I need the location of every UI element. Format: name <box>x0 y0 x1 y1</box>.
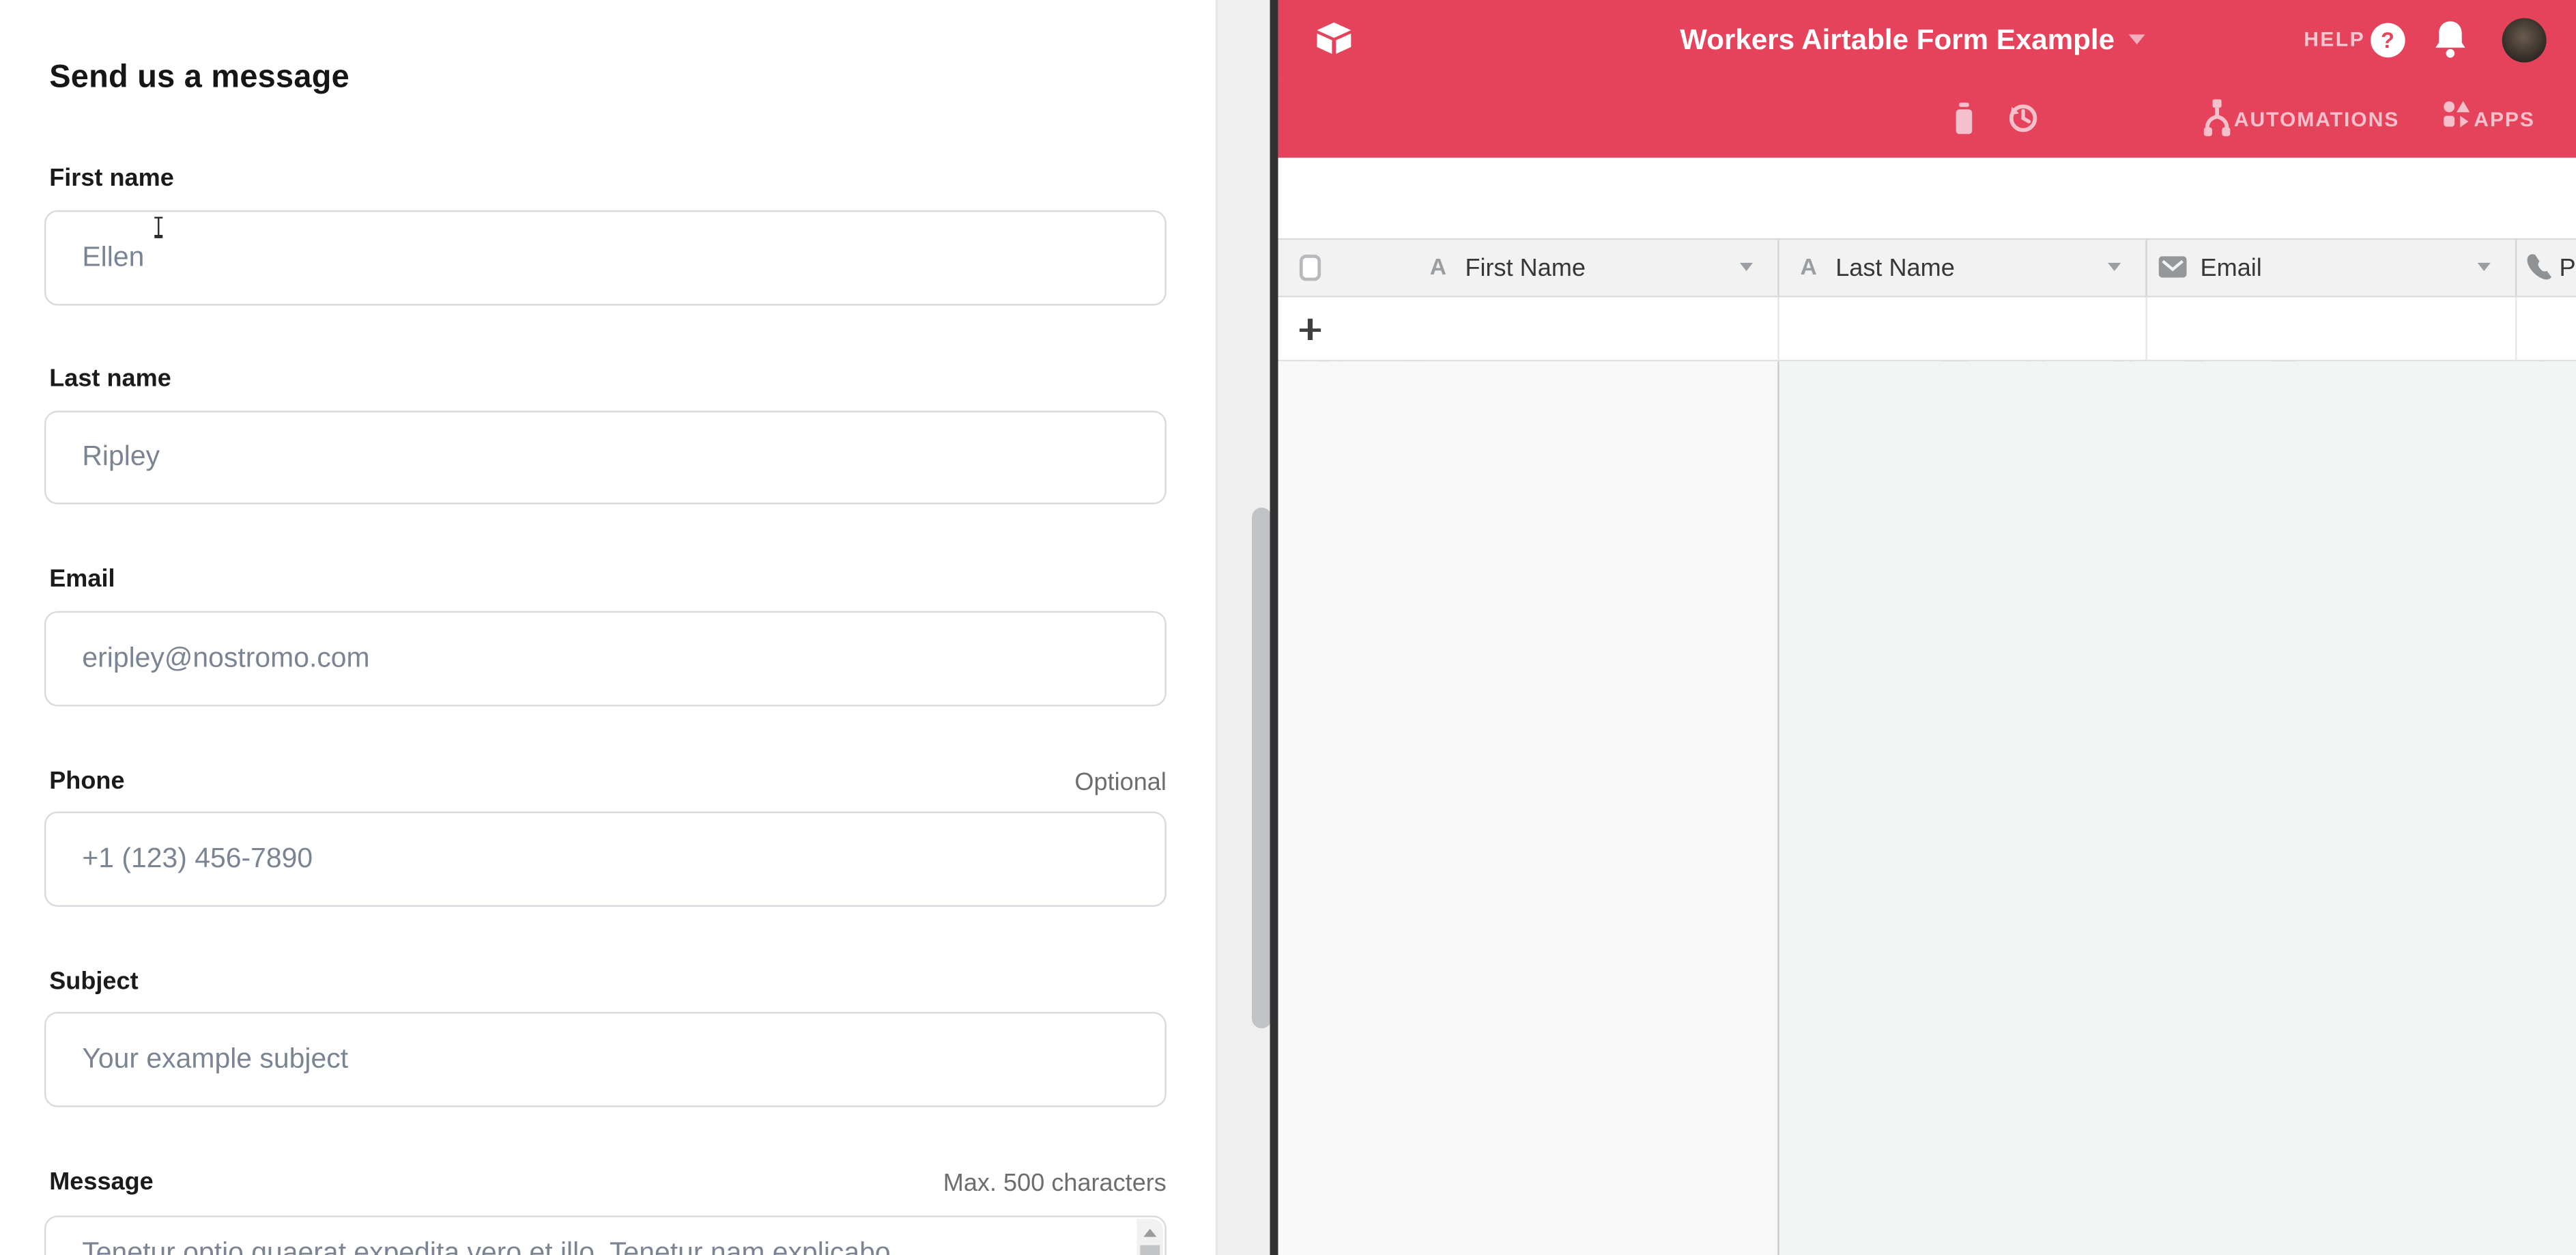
column-chevron-icon[interactable] <box>1739 263 1752 271</box>
airtable-table-bar: Form Submissions SHARE <box>1278 79 2576 157</box>
column-header-phone[interactable]: Phone <box>2559 254 2576 282</box>
apps-icon[interactable] <box>2444 100 2472 135</box>
phone-optional-note: Optional <box>1074 768 1166 796</box>
form-heading: Send us a message <box>49 59 349 97</box>
subject-label: Subject <box>49 968 138 996</box>
airtable-logo-icon[interactable] <box>1315 18 1354 61</box>
automations-button[interactable]: AUTOMATIONS <box>2234 108 2399 131</box>
trash-icon[interactable] <box>1952 102 1977 135</box>
base-title-menu[interactable]: Workers Airtable Form Example <box>1680 0 2145 79</box>
notifications-bell-icon[interactable] <box>2433 20 2467 59</box>
column-header-email[interactable]: Email <box>2201 254 2262 282</box>
first-name-label: First name <box>49 165 174 193</box>
column-chevron-icon[interactable] <box>2108 263 2121 271</box>
text-cursor-icon <box>153 216 164 237</box>
view-toolbar: Grid view <box>1278 158 2576 238</box>
base-title: Workers Airtable Form Example <box>1680 22 2115 57</box>
subject-input[interactable] <box>44 1012 1167 1106</box>
user-avatar[interactable] <box>2502 17 2547 61</box>
page-scrollbar-track[interactable] <box>1215 0 1270 1255</box>
add-record-row[interactable] <box>1278 297 2576 361</box>
text-field-type-icon: A <box>1430 253 1446 279</box>
phone-field-type-icon <box>2525 253 2553 282</box>
last-name-label: Last name <box>49 365 171 393</box>
grid-primary-column-divider <box>1778 361 1779 1255</box>
contact-form-pane: Send us a message First name Last name E… <box>0 0 1215 1255</box>
email-label: Email <box>49 565 115 593</box>
add-record-plus-icon[interactable] <box>1299 319 1320 340</box>
chevron-down-icon <box>2130 35 2146 44</box>
text-field-type-icon: A <box>1800 253 1816 279</box>
message-max-note: Max. 500 characters <box>943 1170 1167 1198</box>
help-menu[interactable]: HELP <box>2304 28 2365 51</box>
last-name-input[interactable] <box>44 410 1167 504</box>
grid-empty-area-left <box>1278 361 1778 1255</box>
grid-empty-area-right <box>1780 361 2576 1255</box>
airtable-window: Workers Airtable Form Example HELP ? For… <box>1278 0 2576 1255</box>
automations-icon[interactable] <box>2203 98 2231 138</box>
column-divider[interactable] <box>2146 240 2147 296</box>
grid-column-headers: A First Name A Last Name Email <box>1278 238 2576 298</box>
column-divider <box>2146 297 2147 361</box>
column-header-first-name[interactable]: First Name <box>1465 254 1586 282</box>
column-divider[interactable] <box>1778 240 1779 296</box>
page-scrollbar-thumb[interactable] <box>1251 507 1271 1028</box>
column-divider <box>2516 297 2517 361</box>
message-label: Message <box>49 1168 154 1196</box>
column-divider[interactable] <box>2516 240 2517 296</box>
airtable-topbar: Workers Airtable Form Example HELP ? <box>1278 0 2576 79</box>
column-chevron-icon[interactable] <box>2477 263 2490 271</box>
select-all-checkbox[interactable] <box>1299 255 1320 281</box>
apps-button[interactable]: APPS <box>2474 108 2535 131</box>
column-header-last-name[interactable]: Last Name <box>1835 254 1955 282</box>
phone-label: Phone <box>49 766 124 794</box>
email-input[interactable] <box>44 611 1167 705</box>
first-name-input[interactable] <box>44 210 1167 305</box>
phone-input[interactable] <box>44 811 1167 905</box>
window-divider <box>1270 0 1278 1255</box>
email-field-type-icon <box>2159 256 2187 277</box>
help-question-icon[interactable]: ? <box>2371 22 2405 57</box>
scroll-up-arrow-icon[interactable] <box>1143 1228 1156 1236</box>
message-textarea[interactable]: Tenetur optio quaerat expedita vero et i… <box>44 1215 1167 1255</box>
textarea-scrollbar[interactable] <box>1137 1218 1164 1255</box>
column-divider <box>1778 297 1779 361</box>
history-icon[interactable] <box>2007 100 2040 137</box>
message-placeholder-text: Tenetur optio quaerat expedita vero et i… <box>82 1236 890 1255</box>
textarea-scrollbar-thumb[interactable] <box>1140 1244 1160 1255</box>
